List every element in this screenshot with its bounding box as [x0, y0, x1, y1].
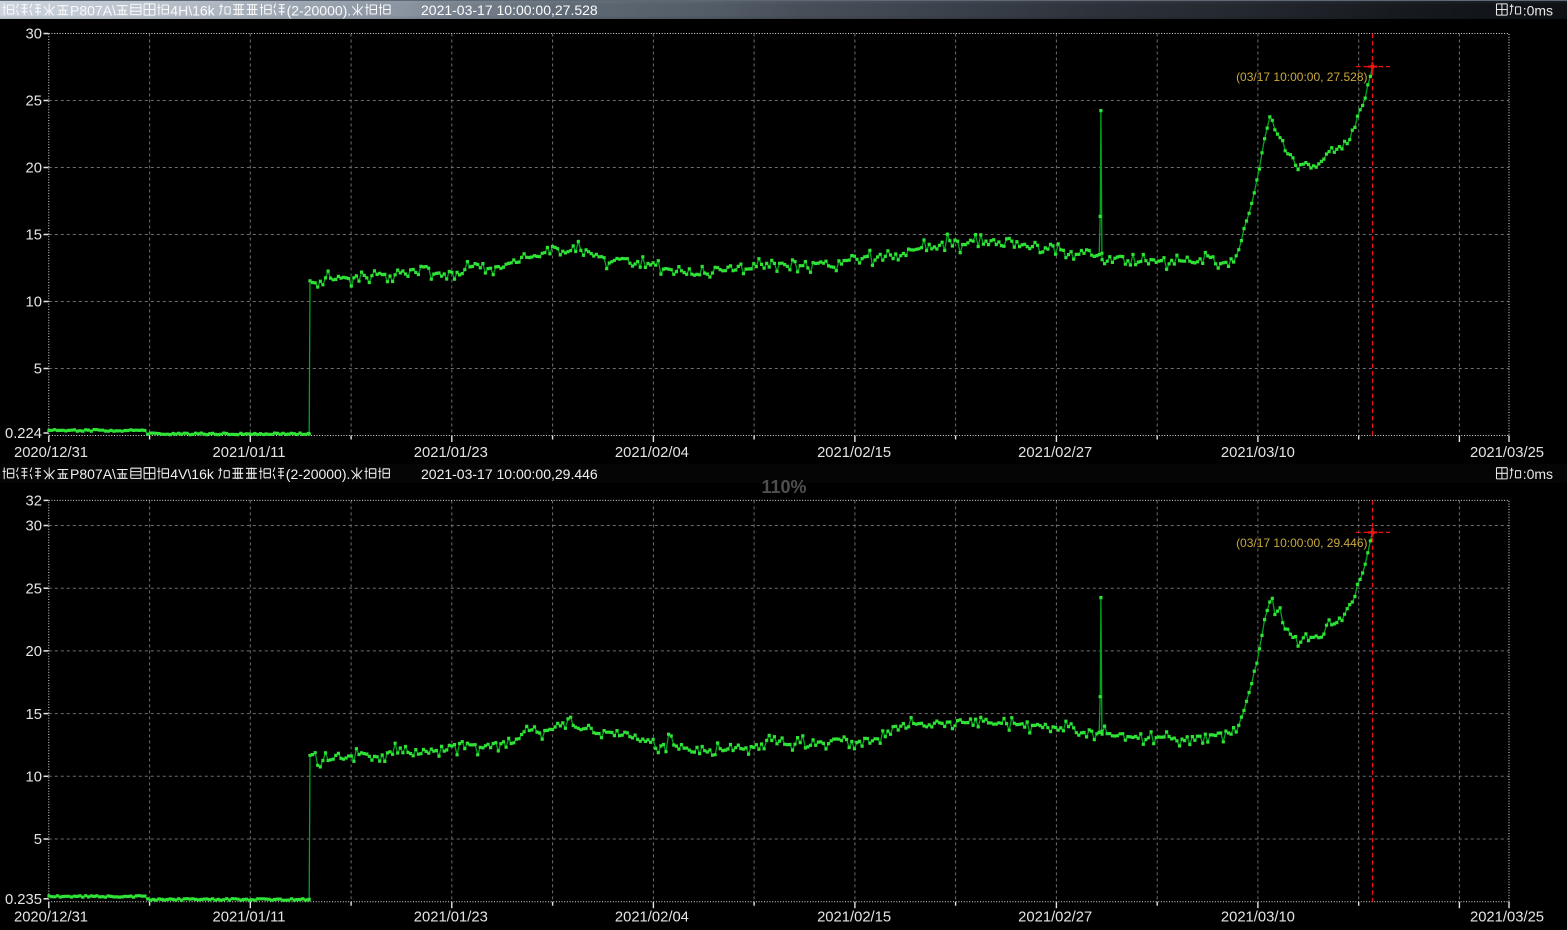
- svg-text:2021/01/11: 2021/01/11: [213, 445, 286, 461]
- svg-text:2021/03/10: 2021/03/10: [1221, 445, 1295, 461]
- svg-text:(2-20000).: (2-20000).: [287, 2, 352, 18]
- svg-text:20: 20: [26, 161, 42, 177]
- svg-text:0.235: 0.235: [5, 892, 42, 908]
- svg-text:2021/03/25: 2021/03/25: [1470, 445, 1544, 461]
- svg-text:5: 5: [34, 832, 42, 848]
- svg-text:P807A\: P807A\: [70, 466, 116, 482]
- svg-text:2021/02/15: 2021/02/15: [817, 910, 891, 926]
- svg-text:(03/17 10:00:00, 29.446): (03/17 10:00:00, 29.446): [1236, 536, 1367, 550]
- svg-text:15: 15: [26, 707, 42, 723]
- svg-text:30: 30: [26, 27, 42, 43]
- svg-text:25: 25: [26, 581, 42, 597]
- svg-text:15: 15: [26, 228, 42, 244]
- svg-text::0ms: :0ms: [1523, 2, 1553, 18]
- svg-text:2021/02/15: 2021/02/15: [817, 445, 891, 461]
- svg-text:2021/01/23: 2021/01/23: [414, 445, 488, 461]
- svg-text:2021/01/11: 2021/01/11: [213, 910, 286, 926]
- svg-text:2020/12/31: 2020/12/31: [14, 445, 88, 461]
- svg-text:2021/02/04: 2021/02/04: [615, 445, 689, 461]
- svg-text::0ms: :0ms: [1523, 466, 1553, 482]
- svg-text:10: 10: [26, 770, 42, 786]
- svg-text:2021/02/04: 2021/02/04: [615, 910, 689, 926]
- svg-text:10: 10: [26, 295, 42, 311]
- svg-text:30: 30: [26, 519, 42, 535]
- svg-text:2021/02/27: 2021/02/27: [1018, 445, 1092, 461]
- svg-text:4V\16k: 4V\16k: [170, 466, 215, 482]
- svg-text:2021/01/23: 2021/01/23: [414, 910, 488, 926]
- svg-text:20: 20: [26, 644, 42, 660]
- svg-text:(2-20000).: (2-20000).: [286, 466, 351, 482]
- svg-text:110%: 110%: [761, 477, 806, 497]
- svg-text:4H\16k: 4H\16k: [170, 2, 215, 18]
- svg-text:P807A\: P807A\: [70, 2, 116, 18]
- svg-text:5: 5: [34, 362, 42, 378]
- svg-text:2021/02/27: 2021/02/27: [1018, 910, 1092, 926]
- svg-text:32: 32: [26, 494, 42, 510]
- svg-text:2021-03-17 10:00:00,27.528: 2021-03-17 10:00:00,27.528: [421, 2, 598, 18]
- svg-text:2021/03/10: 2021/03/10: [1221, 910, 1295, 926]
- svg-text:2021-03-17 10:00:00,29.446: 2021-03-17 10:00:00,29.446: [421, 466, 598, 482]
- svg-text:2020/12/31: 2020/12/31: [14, 910, 88, 926]
- svg-text:(03/17 10:00:00, 27.528): (03/17 10:00:00, 27.528): [1236, 70, 1367, 84]
- svg-text:0.224: 0.224: [5, 426, 42, 442]
- svg-text:25: 25: [26, 94, 42, 110]
- svg-text:2021/03/25: 2021/03/25: [1470, 910, 1544, 926]
